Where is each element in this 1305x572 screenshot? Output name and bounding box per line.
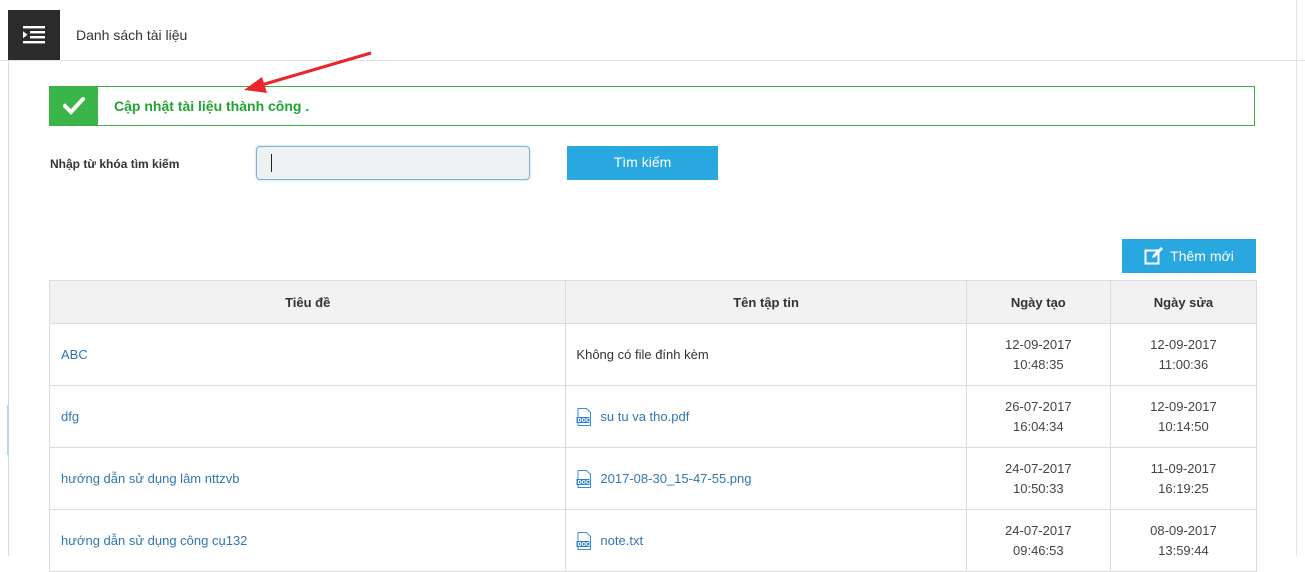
top-bar: Danh sách tài liệu (0, 0, 1305, 61)
modified-time: 16:19:25 (1158, 480, 1209, 496)
modified-cell: 11-09-2017 16:19:25 (1109, 447, 1258, 510)
document-title-link[interactable]: dfg (61, 409, 79, 424)
column-header-modified[interactable]: Ngày sửa (1109, 280, 1258, 324)
created-time: 10:50:33 (1013, 480, 1064, 496)
search-button[interactable]: Tìm kiếm (567, 146, 718, 180)
alert-icon-box (50, 87, 98, 125)
modified-date: 12-09-2017 (1150, 336, 1217, 352)
document-title-link[interactable]: hướng dẫn sử dụng công cụ132 (61, 533, 247, 548)
table-row: dfg DOC su tu va tho.pdf 26-07-2017 16:04… (48, 385, 1258, 448)
search-input[interactable] (256, 146, 530, 180)
doc-file-icon: DOC (576, 407, 592, 426)
column-header-title[interactable]: Tiêu đề (48, 280, 567, 324)
table-row: ABC Không có file đính kèm 12-09-2017 10:… (48, 323, 1258, 386)
modified-time: 11:00:36 (1158, 356, 1209, 372)
menu-toggle-button[interactable] (8, 10, 60, 60)
doc-file-icon: DOC (576, 469, 592, 488)
doc-file-icon: DOC (576, 531, 592, 550)
created-date: 24-07-2017 (1005, 460, 1072, 476)
edit-icon (1144, 247, 1164, 265)
svg-text:DOC: DOC (578, 480, 590, 486)
title-cell: hướng dẫn sử dụng công cụ132 (48, 509, 567, 572)
modified-date: 08-09-2017 (1150, 522, 1217, 538)
created-date: 26-07-2017 (1005, 398, 1072, 414)
file-link[interactable]: DOC 2017-08-30_15-47-55.png (576, 469, 964, 488)
scroll-edge-indicator (7, 405, 9, 455)
text-caret (271, 154, 272, 172)
title-cell: dfg (48, 385, 567, 448)
file-cell: DOC note.txt (565, 509, 967, 572)
file-link[interactable]: DOC su tu va tho.pdf (576, 407, 964, 426)
menu-icon (23, 26, 45, 44)
content-right-border (1296, 0, 1297, 556)
table-row: hướng dẫn sử dụng lâm nttzvb DOC 2017-08… (48, 447, 1258, 510)
modified-date: 12-09-2017 (1150, 398, 1217, 414)
file-cell: Không có file đính kèm (565, 323, 967, 386)
modified-cell: 12-09-2017 10:14:50 (1109, 385, 1258, 448)
created-cell: 24-07-2017 09:46:53 (965, 509, 1111, 572)
file-cell: DOC 2017-08-30_15-47-55.png (565, 447, 967, 510)
modified-time: 10:14:50 (1158, 418, 1209, 434)
check-icon (63, 97, 85, 115)
success-alert: Cập nhật tài liệu thành công . (49, 86, 1255, 126)
created-date: 12-09-2017 (1005, 336, 1072, 352)
created-date: 24-07-2017 (1005, 522, 1072, 538)
table-row: hướng dẫn sử dụng công cụ132 DOC note.tx… (48, 509, 1258, 572)
modified-date: 11-09-2017 (1150, 460, 1217, 476)
alert-message: Cập nhật tài liệu thành công . (114, 98, 310, 114)
document-title-link[interactable]: ABC (61, 347, 88, 362)
created-time: 10:48:35 (1013, 356, 1064, 372)
page-title: Danh sách tài liệu (76, 27, 188, 43)
created-cell: 12-09-2017 10:48:35 (965, 323, 1111, 386)
created-cell: 24-07-2017 10:50:33 (965, 447, 1111, 510)
document-table: Tiêu đề Tên tập tin Ngày tạo Ngày sửa AB… (48, 280, 1258, 572)
content-left-border (8, 60, 9, 556)
file-name: su tu va tho.pdf (600, 409, 690, 424)
add-new-button[interactable]: Thêm mới (1122, 239, 1256, 273)
created-cell: 26-07-2017 16:04:34 (965, 385, 1111, 448)
no-attachment-text: Không có file đính kèm (576, 347, 709, 362)
modified-cell: 12-09-2017 11:00:36 (1109, 323, 1258, 386)
add-new-label: Thêm mới (1170, 248, 1234, 264)
file-name: 2017-08-30_15-47-55.png (600, 471, 752, 486)
table-header-row: Tiêu đề Tên tập tin Ngày tạo Ngày sửa (48, 280, 1258, 324)
file-cell: DOC su tu va tho.pdf (565, 385, 967, 448)
modified-time: 13:59:44 (1158, 542, 1209, 558)
created-time: 09:46:53 (1013, 542, 1064, 558)
file-name: note.txt (600, 533, 644, 548)
title-cell: hướng dẫn sử dụng lâm nttzvb (48, 447, 567, 510)
svg-text:DOC: DOC (578, 542, 590, 548)
created-time: 16:04:34 (1013, 418, 1064, 434)
document-title-link[interactable]: hướng dẫn sử dụng lâm nttzvb (61, 471, 239, 486)
modified-cell: 08-09-2017 13:59:44 (1109, 509, 1258, 572)
file-link[interactable]: DOC note.txt (576, 531, 964, 550)
search-label: Nhập từ khóa tìm kiếm (50, 157, 180, 171)
column-header-filename[interactable]: Tên tập tin (565, 280, 967, 324)
title-cell: ABC (48, 323, 567, 386)
svg-text:DOC: DOC (578, 418, 590, 424)
column-header-created[interactable]: Ngày tạo (965, 280, 1111, 324)
